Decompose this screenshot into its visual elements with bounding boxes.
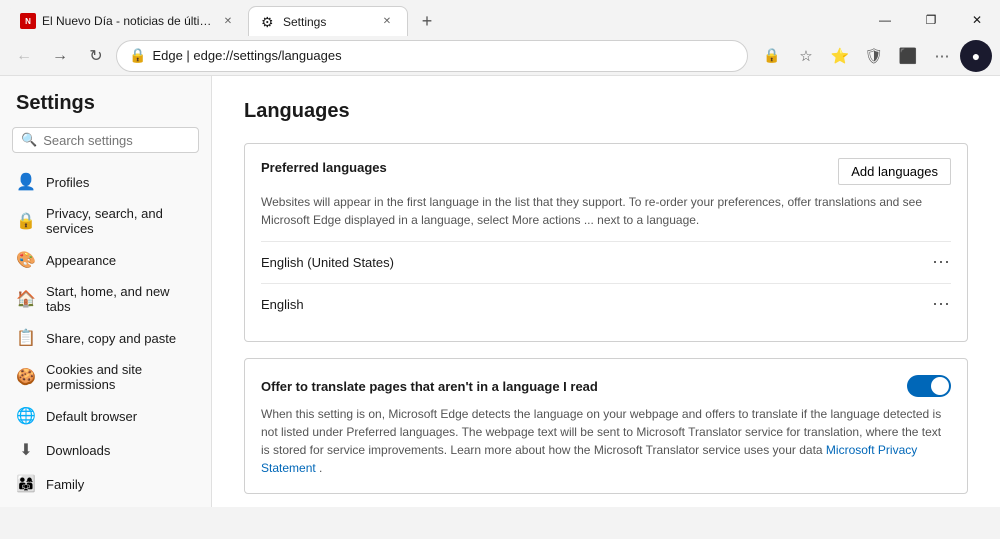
sidebar-item-cookies[interactable]: 🍪 Cookies and site permissions (0, 355, 211, 399)
add-languages-button[interactable]: Add languages (838, 158, 951, 185)
tab2-icon: ⚙ (261, 14, 277, 30)
translate-card: Offer to translate pages that aren't in … (244, 358, 968, 494)
sidebar-item-profiles[interactable]: 👤 Profiles (0, 165, 211, 199)
nav-bar: ← → ↻ 🔒 Edge | edge://settings/languages… (0, 36, 1000, 76)
tab1-favicon: N (20, 13, 36, 29)
window-controls: — ❐ ✕ (862, 4, 1000, 36)
translate-toggle[interactable] (907, 375, 951, 397)
language-options-button-english[interactable]: ⋯ (932, 294, 951, 315)
profiles-icon: 👤 (16, 172, 36, 192)
sidebar-item-start[interactable]: 🏠 Start, home, and new tabs (0, 277, 211, 321)
language-name-english: English (261, 297, 304, 312)
sidebar-item-default[interactable]: 🌐 Default browser (0, 399, 211, 433)
preferred-languages-title: Preferred languages (261, 160, 387, 175)
sidebar-item-label: Cookies and site permissions (46, 362, 195, 392)
sidebar-item-label: Downloads (46, 443, 110, 458)
downloads-icon: ⬇ (16, 440, 36, 460)
language-row-english: English ⋯ (261, 283, 951, 325)
sidebar-item-share[interactable]: 📋 Share, copy and paste (0, 321, 211, 355)
default-icon: 🌐 (16, 406, 36, 426)
sidebar-item-label: Profiles (46, 175, 89, 190)
forward-button[interactable]: → (44, 40, 76, 72)
sidebar-item-downloads[interactable]: ⬇ Downloads (0, 433, 211, 467)
sidebar-item-label: Family (46, 477, 84, 492)
language-options-button-english-us[interactable]: ⋯ (932, 252, 951, 273)
browser-essentials-icon[interactable]: 🛡 (858, 40, 890, 72)
address-bar[interactable]: 🔒 Edge | edge://settings/languages (116, 40, 748, 72)
content-area: Settings 🔍 👤 Profiles 🔒 Privacy, search,… (0, 76, 1000, 507)
address-text: Edge | edge://settings/languages (152, 48, 735, 63)
card-header: Preferred languages Add languages (261, 160, 951, 185)
sidebar-item-label: Share, copy and paste (46, 331, 176, 346)
sidebar-item-appearance[interactable]: 🎨 Appearance (0, 243, 211, 277)
search-input[interactable] (43, 133, 212, 148)
sidebar-item-privacy[interactable]: 🔒 Privacy, search, and services (0, 199, 211, 243)
share-icon: 📋 (16, 328, 36, 348)
settings-more-icon[interactable]: ⋯ (926, 40, 958, 72)
start-icon: 🏠 (16, 289, 36, 309)
page-title: Languages (244, 100, 968, 123)
tab2-title: Settings (283, 15, 373, 29)
sidebar: Settings 🔍 👤 Profiles 🔒 Privacy, search,… (0, 76, 212, 507)
tab-inactive[interactable]: N El Nuevo Día - noticias de últim... ✕ (8, 6, 248, 36)
sidebar-item-family[interactable]: 👨‍👩‍👧 Family (0, 467, 211, 501)
translate-header: Offer to translate pages that aren't in … (261, 375, 951, 397)
sidebar-item-edgebar[interactable]: ▦ Edge bar (0, 501, 211, 507)
preferred-languages-card: Preferred languages Add languages Websit… (244, 143, 968, 342)
language-name-english-us: English (United States) (261, 255, 394, 270)
favorites-icon[interactable]: ☆ (790, 40, 822, 72)
translate-desc: When this setting is on, Microsoft Edge … (261, 405, 951, 477)
back-button[interactable]: ← (8, 40, 40, 72)
sidebar-item-label: Appearance (46, 253, 116, 268)
appearance-icon: 🎨 (16, 250, 36, 270)
collections-icon[interactable]: ⭐ (824, 40, 856, 72)
cookies-icon: 🍪 (16, 367, 36, 387)
sidebar-title: Settings (0, 92, 211, 127)
sidebar-item-label: Start, home, and new tabs (46, 284, 195, 314)
privacy-icon: 🔒 (16, 211, 36, 231)
tab-active[interactable]: ⚙ Settings ✕ (248, 6, 408, 36)
nav-icons: 🔒 ☆ ⭐ 🛡 ⬛ ⋯ ● (756, 40, 992, 72)
browser-chrome: N El Nuevo Día - noticias de últim... ✕ … (0, 0, 1000, 76)
main-content: Languages Preferred languages Add langua… (212, 76, 1000, 507)
extensions-icon[interactable]: ⬛ (892, 40, 924, 72)
profile-button[interactable]: ● (960, 40, 992, 72)
tab1-close[interactable]: ✕ (220, 13, 236, 29)
refresh-button[interactable]: ↻ (80, 40, 112, 72)
tab1-title: El Nuevo Día - noticias de últim... (42, 14, 214, 28)
search-icon: 🔍 (21, 132, 37, 148)
new-tab-button[interactable]: + (412, 6, 442, 36)
search-box[interactable]: 🔍 (12, 127, 199, 153)
close-button[interactable]: ✕ (954, 4, 1000, 36)
preferred-languages-desc: Websites will appear in the first langua… (261, 193, 951, 229)
address-lock-icon: 🔒 (129, 47, 146, 64)
family-icon: 👨‍👩‍👧 (16, 474, 36, 494)
translate-title: Offer to translate pages that aren't in … (261, 379, 598, 394)
language-row-english-us: English (United States) ⋯ (261, 241, 951, 283)
minimize-button[interactable]: — (862, 4, 908, 36)
sidebar-item-label: Privacy, search, and services (46, 206, 195, 236)
maximize-button[interactable]: ❐ (908, 4, 954, 36)
tab2-close[interactable]: ✕ (379, 14, 395, 30)
tab-bar: N El Nuevo Día - noticias de últim... ✕ … (0, 0, 1000, 36)
sidebar-item-label: Default browser (46, 409, 137, 424)
profile-favorites-icon[interactable]: 🔒 (756, 40, 788, 72)
